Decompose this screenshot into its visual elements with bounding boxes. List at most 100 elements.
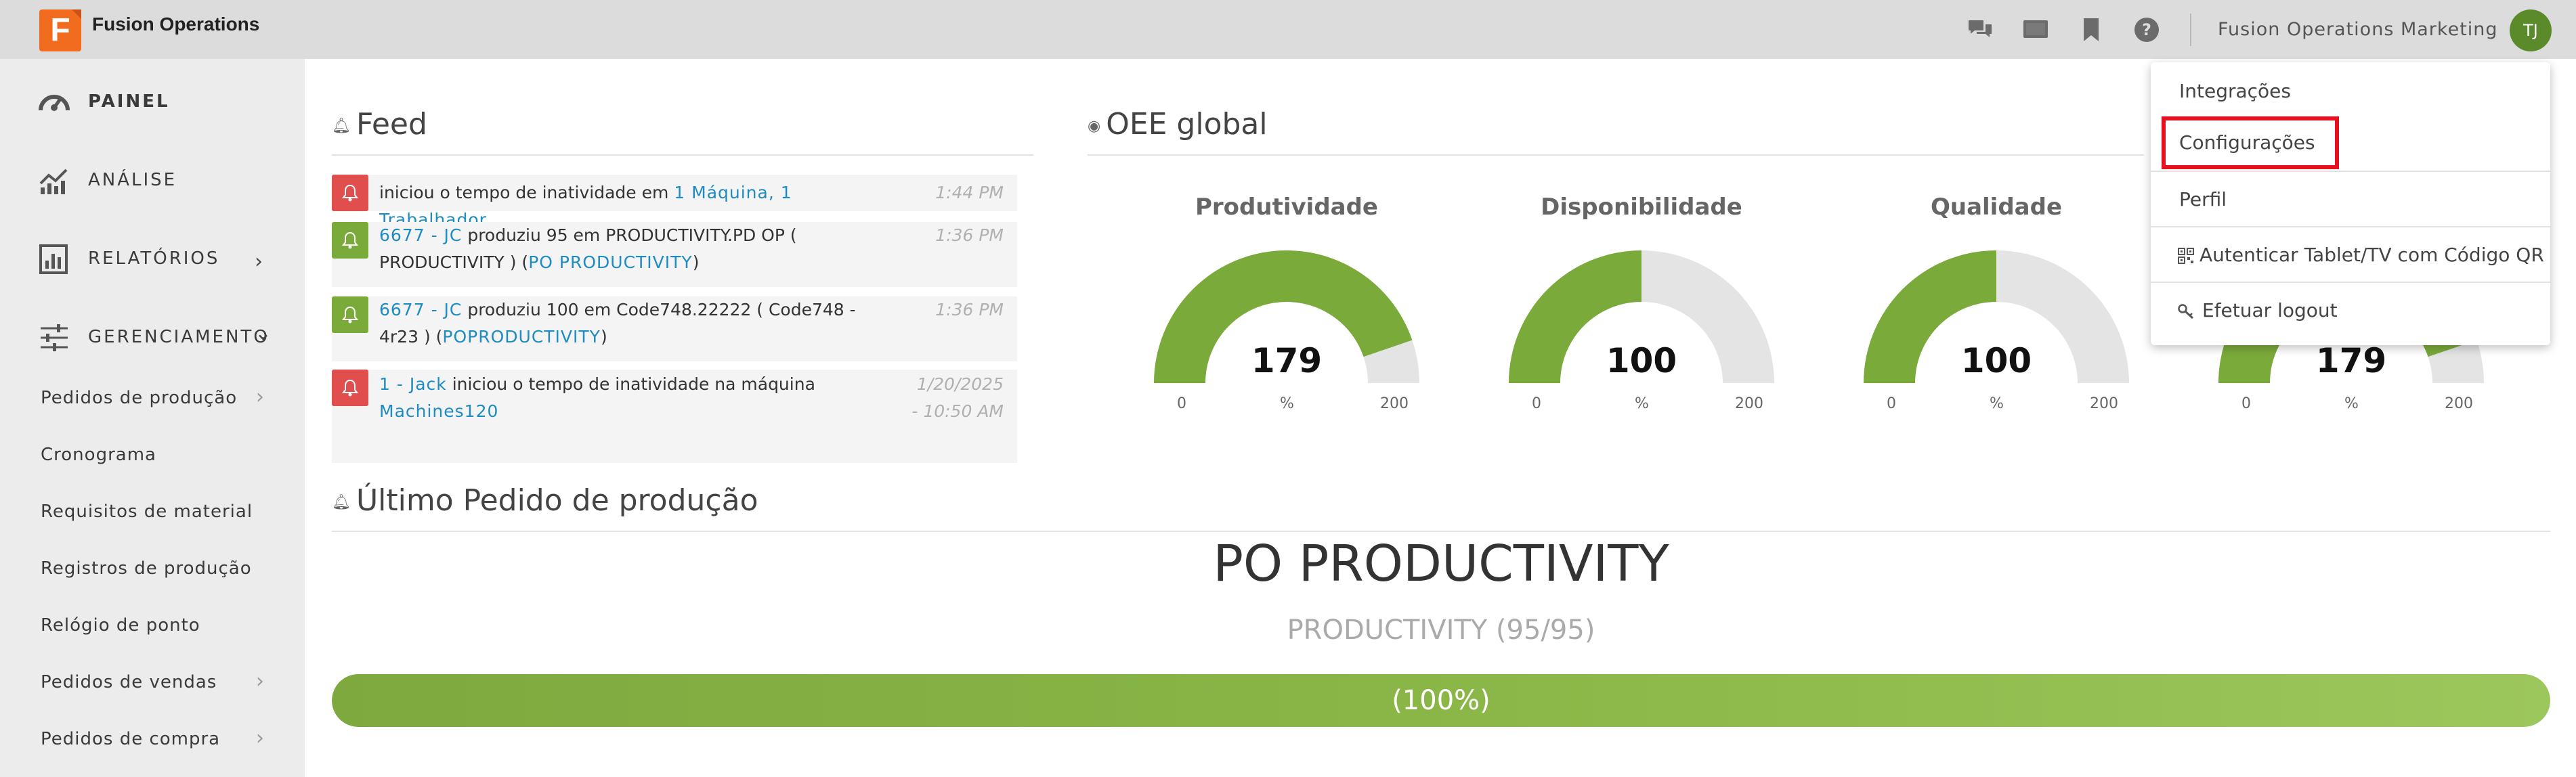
user-avatar[interactable]: TJ xyxy=(2510,9,2552,51)
gauge-value: 100 xyxy=(1960,341,2032,380)
feed-item: 6677 - JC produziu 95 em PRODUCTIVITY.PD… xyxy=(332,222,1017,287)
feed-link[interactable]: Machines120 xyxy=(379,401,498,421)
sidebar-subitem-cronograma[interactable]: Cronograma xyxy=(0,428,305,483)
sidebar-item-label: GERENCIAMENTO xyxy=(88,327,270,347)
sidebar-subitem-label: Pedidos de produção xyxy=(41,388,238,408)
bell-icon xyxy=(342,306,358,324)
gauge-max: 200 xyxy=(2445,395,2473,412)
app-logo[interactable]: F xyxy=(39,9,81,51)
feed-heading: 🔔︎ Feed xyxy=(332,107,427,141)
menu-item-qr-auth[interactable]: Autenticar Tablet/TV com Código QR xyxy=(2151,229,2550,283)
gauge-min: 0 xyxy=(1887,395,1896,412)
monitor-icon[interactable] xyxy=(2022,16,2049,43)
sidebar-subitem-label: Relógio de ponto xyxy=(41,615,200,636)
oee-divider xyxy=(1088,154,2144,156)
chevron-right-icon: › xyxy=(255,250,263,273)
gauge-value: 179 xyxy=(1251,341,1323,380)
feed-item-time: 1/20/2025 - 10:50 AM xyxy=(911,374,1004,421)
oee-heading: ◉ OEE global xyxy=(1088,107,1268,141)
sidebar-item-gerenciamento[interactable]: GERENCIAMENTO ⌄ xyxy=(0,300,305,368)
gauge-title: Disponibilidade xyxy=(1541,194,1742,221)
menu-item-perfil[interactable]: Perfil xyxy=(2151,173,2550,227)
gauge-unit: % xyxy=(1990,395,2004,412)
gauge-max: 200 xyxy=(1380,395,1409,412)
menu-item-integracoes[interactable]: Integrações xyxy=(2151,65,2550,119)
bell-icon: 🔔︎ xyxy=(332,117,351,135)
feed-alert-badge xyxy=(332,175,368,211)
organization-name[interactable]: Fusion Operations Marketing xyxy=(2218,19,2498,40)
menu-divider xyxy=(2151,171,2550,172)
feed-link[interactable]: 6677 - JC xyxy=(379,225,462,245)
menu-item-label: Efetuar logout xyxy=(2202,299,2338,321)
sidebar-subitem-registros-de-producao[interactable]: Registros de produção xyxy=(0,542,305,596)
gauge-produtividade: Produtividade 179 0 % 200 xyxy=(1151,188,1476,425)
app-title[interactable]: Fusion Operations xyxy=(92,14,259,35)
sidebar-subitem-label: Requisitos de material xyxy=(41,502,253,522)
production-order-subtitle: PRODUCTIVITY (95/95) xyxy=(1287,615,1595,646)
header-divider xyxy=(2190,14,2191,46)
feed-production-badge xyxy=(332,296,368,333)
last-order-heading: 🔔︎ Último Pedido de produção xyxy=(332,483,758,518)
qr-code-icon xyxy=(2178,248,2194,264)
feed-link[interactable]: 6677 - JC xyxy=(379,300,462,319)
sidebar-subitem-label: Cronograma xyxy=(41,445,156,465)
sidebar-subitem-pedidos-de-vendas[interactable]: Pedidos de vendas › xyxy=(0,656,305,710)
gauge-unit: % xyxy=(1635,395,1649,412)
chat-icon[interactable] xyxy=(1967,16,1994,43)
feed-link[interactable]: 1 - Jack xyxy=(379,374,447,394)
gauge-min: 0 xyxy=(1532,395,1541,412)
sidebar-subitem-pedidos-de-compra[interactable]: Pedidos de compra › xyxy=(0,713,305,767)
feed-alert-badge xyxy=(332,370,368,406)
feed-divider xyxy=(332,154,1033,156)
sidebar-item-relatorios[interactable]: RELATÓRIOS › xyxy=(0,221,305,289)
feed-item: iniciou o tempo de inatividade em 1 Máqu… xyxy=(332,175,1017,229)
feed-link[interactable]: POPRODUCTIVITY xyxy=(442,327,601,347)
reports-icon xyxy=(39,244,68,274)
sidebar-subitem-requisitos-de-material[interactable]: Requisitos de material xyxy=(0,485,305,539)
feed-link[interactable]: PO PRODUCTIVITY xyxy=(528,252,693,272)
gauge-max: 200 xyxy=(2090,395,2118,412)
progress-label: (100%) xyxy=(1392,685,1490,716)
bell-icon xyxy=(342,379,358,397)
bell-icon: 🔔︎ xyxy=(332,493,351,511)
sidebar-item-label: PAINEL xyxy=(88,91,170,112)
gauge-title: Produtividade xyxy=(1195,194,1378,221)
gauge-disponibilidade: Disponibilidade 100 0 % 200 xyxy=(1506,188,1831,425)
highlight-box xyxy=(2162,116,2339,169)
sidebar-item-label: ANÁLISE xyxy=(88,170,177,190)
sidebar-item-analise[interactable]: ANÁLISE xyxy=(0,143,305,210)
gauge-min: 0 xyxy=(2241,395,2251,412)
svg-text:?: ? xyxy=(2142,20,2151,39)
menu-item-label: Integrações xyxy=(2179,80,2291,102)
feed-item-text: 6677 - JC produziu 95 em PRODUCTIVITY.PD… xyxy=(379,225,797,272)
bookmark-icon[interactable] xyxy=(2078,16,2105,43)
bell-icon xyxy=(342,231,358,249)
bell-icon xyxy=(342,184,358,202)
sliders-icon xyxy=(41,324,68,351)
feed-item-time: 1:36 PM xyxy=(935,300,1004,319)
gauge-max: 200 xyxy=(1735,395,1763,412)
production-order-name[interactable]: PO PRODUCTIVITY xyxy=(332,535,2550,593)
feed-item-time: 1:44 PM xyxy=(935,183,1004,202)
gauge-value: 100 xyxy=(1606,341,1677,380)
gauge-icon: ◉ xyxy=(1088,117,1101,135)
top-bar: F Fusion Operations ? Fusion Operations … xyxy=(0,0,2576,59)
key-icon xyxy=(2178,304,2194,319)
sidebar-subitem-label: Registros de produção xyxy=(41,558,252,579)
help-icon[interactable]: ? xyxy=(2133,16,2160,43)
menu-divider xyxy=(2151,226,2550,227)
gauge-qualidade: Qualidade 100 0 % 200 xyxy=(1861,188,2186,425)
sidebar-subitem-relogio-de-ponto[interactable]: Relógio de ponto xyxy=(0,599,305,653)
user-dropdown-menu: Integrações Configurações Perfil Autenti… xyxy=(2151,62,2550,345)
menu-item-label: Perfil xyxy=(2179,188,2227,210)
feed-item-text: 6677 - JC produziu 100 em Code748.22222 … xyxy=(379,300,856,347)
analytics-icon xyxy=(39,169,68,194)
menu-item-logout[interactable]: Efetuar logout xyxy=(2151,284,2550,338)
sidebar-subitem-label: Pedidos de compra xyxy=(41,729,221,749)
chevron-right-icon: › xyxy=(256,669,264,693)
sidebar-item-label: RELATÓRIOS xyxy=(88,248,220,269)
sidebar-subitem-pedidos-de-producao[interactable]: Pedidos de produção › xyxy=(0,372,305,426)
feed-production-badge xyxy=(332,222,368,259)
menu-divider xyxy=(2151,282,2550,283)
sidebar-item-painel[interactable]: PAINEL xyxy=(0,64,305,132)
